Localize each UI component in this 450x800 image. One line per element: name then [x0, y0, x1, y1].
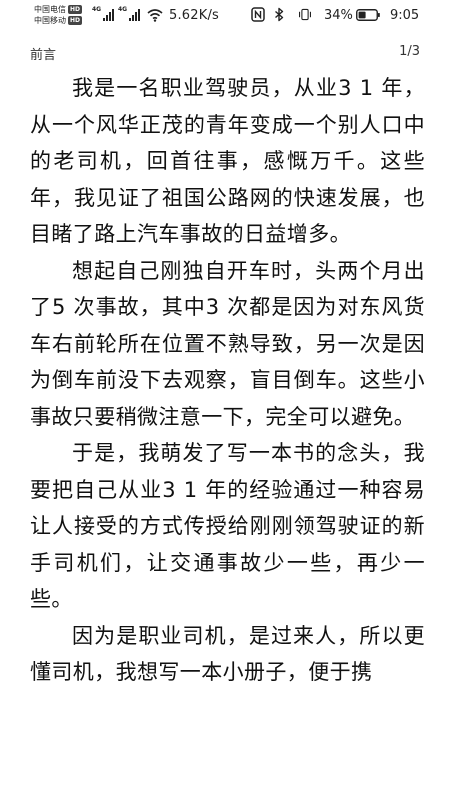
- signal-icon: [129, 9, 140, 21]
- battery-icon: [356, 9, 380, 21]
- signal-icon: [103, 9, 114, 21]
- nfc-icon: [251, 7, 265, 22]
- paragraph: 我是一名职业驾驶员，从业3 1 年，从一个风华正茂的青年变成一个别人口中的老司机…: [30, 76, 425, 246]
- hd-badge: HD: [68, 5, 83, 14]
- network-type-1: 4G: [92, 6, 102, 13]
- carrier-1-label: 中国电信: [34, 5, 66, 14]
- paragraph: 于是，我萌发了写一本书的念头，我要把自己从业3 1 年的经验通过一种容易让人接受…: [30, 441, 425, 611]
- battery-percentage: 34%: [324, 8, 353, 23]
- bluetooth-icon: [275, 7, 284, 22]
- paragraph: 想起自己刚独自开车时，头两个月出了5 次事故，其中3 次都是因为对东风货车右前轮…: [30, 258, 425, 429]
- hd-badge: HD: [68, 16, 83, 25]
- status-time: 9:05: [390, 8, 420, 23]
- page-indicator: 1/3: [399, 44, 420, 59]
- chapter-title: 前言: [30, 48, 57, 63]
- reading-area[interactable]: 我是一名职业驾驶员，从业3 1 年，从一个风华正茂的青年变成一个别人口中的老司机…: [30, 70, 425, 691]
- paragraph: 因为是职业司机，是过来人，所以更懂司机，我想写一本小册子，便于携: [30, 623, 425, 685]
- wifi-icon: [147, 9, 163, 22]
- reader-header: 前言 1/3: [30, 44, 420, 64]
- status-bar: 中国电信 HD 中国移动 HD 4G 4G 5.62K/s 34% 9:05: [0, 0, 450, 34]
- network-speed: 5.62K/s: [169, 8, 220, 23]
- network-type-2: 4G: [118, 6, 128, 13]
- vibrate-icon: [299, 8, 311, 21]
- carrier-2-label: 中国移动: [34, 16, 66, 25]
